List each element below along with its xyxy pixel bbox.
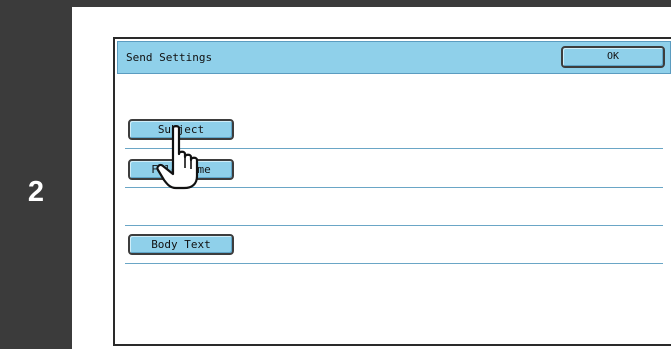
dialog-title: Send Settings [126,51,213,64]
row-divider [125,225,663,226]
hand-pointer-icon [156,125,199,190]
body-text-button[interactable]: Body Text [128,234,234,255]
step-sidebar [0,0,72,349]
dialog-title-bar: Send Settings OK [117,41,671,74]
step-number: 2 [27,176,45,208]
ok-button[interactable]: OK [561,46,665,68]
row-divider [125,263,663,264]
top-divider [72,0,671,7]
